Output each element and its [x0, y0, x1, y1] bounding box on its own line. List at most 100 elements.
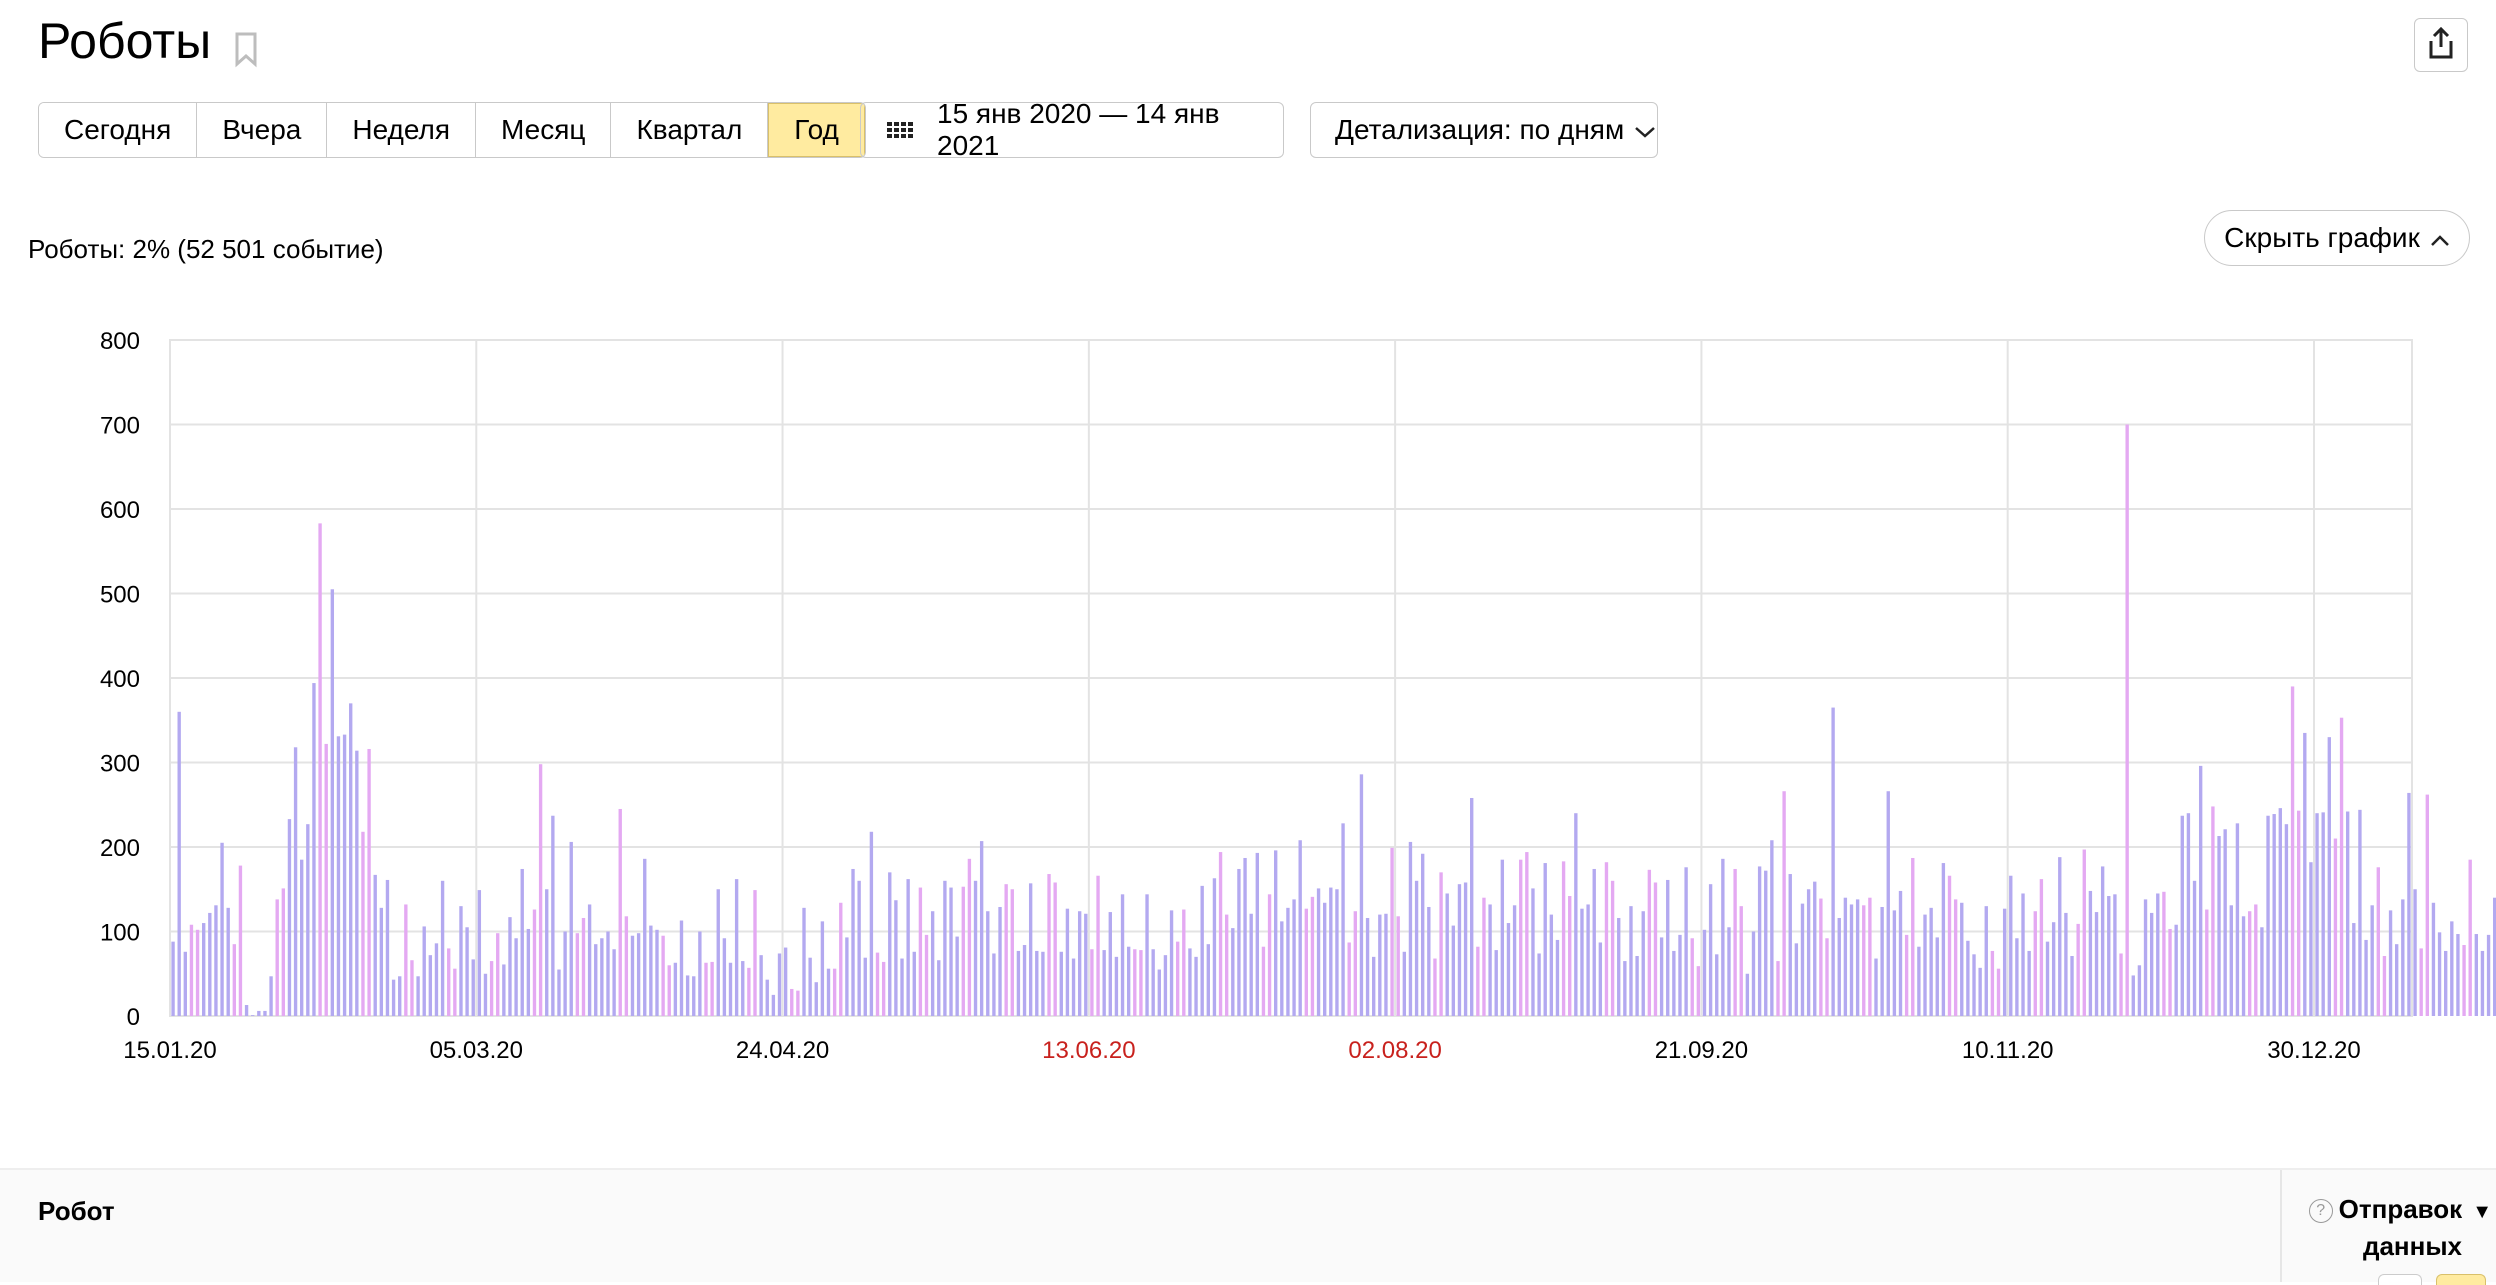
- chart-bar[interactable]: [1629, 906, 1632, 1016]
- chart-bar[interactable]: [1329, 888, 1332, 1016]
- chart-bar[interactable]: [1280, 921, 1283, 1016]
- chart-bar[interactable]: [925, 935, 928, 1016]
- chart-bar[interactable]: [1035, 951, 1038, 1016]
- chart-bar[interactable]: [2413, 889, 2416, 1016]
- chart-bar[interactable]: [1997, 969, 2000, 1016]
- chart-bar[interactable]: [2223, 829, 2226, 1016]
- chart-bar[interactable]: [1544, 863, 1547, 1016]
- chart-bar[interactable]: [2279, 808, 2282, 1016]
- chart-bar[interactable]: [1568, 896, 1571, 1016]
- chart-bar[interactable]: [1519, 860, 1522, 1016]
- chart-bar[interactable]: [2389, 910, 2392, 1016]
- chart-bar[interactable]: [374, 875, 377, 1016]
- chart-bar[interactable]: [937, 960, 940, 1016]
- chart-bar[interactable]: [1409, 842, 1412, 1016]
- chart-bar[interactable]: [178, 712, 181, 1016]
- chart-bar[interactable]: [594, 944, 597, 1016]
- chart-bar[interactable]: [416, 976, 419, 1016]
- period-month-button[interactable]: Месяц: [476, 103, 611, 157]
- chart-bar[interactable]: [1917, 947, 1920, 1016]
- chart-bar[interactable]: [2156, 893, 2159, 1016]
- chart-bar[interactable]: [1023, 945, 1026, 1016]
- chart-bar[interactable]: [1200, 886, 1203, 1016]
- chart-bar[interactable]: [1923, 915, 1926, 1016]
- chart-bar[interactable]: [1109, 912, 1112, 1016]
- chart-bar[interactable]: [484, 974, 487, 1016]
- chart-bar[interactable]: [1954, 899, 1957, 1016]
- chart-bar[interactable]: [263, 1011, 266, 1016]
- chart-bar[interactable]: [845, 937, 848, 1016]
- chart-bar[interactable]: [1262, 947, 1265, 1016]
- chart-bar[interactable]: [557, 970, 560, 1016]
- chart-bar[interactable]: [1188, 948, 1191, 1016]
- chart-bar[interactable]: [1078, 911, 1081, 1016]
- chart-bar[interactable]: [1219, 852, 1222, 1016]
- chart-bar[interactable]: [600, 938, 603, 1016]
- chart-bar[interactable]: [361, 832, 364, 1016]
- chart-bar[interactable]: [1029, 883, 1032, 1016]
- chart-bar[interactable]: [717, 889, 720, 1016]
- column-header-sends[interactable]: ?Отправок▼ данных: [2306, 1192, 2492, 1263]
- chart-bar[interactable]: [1776, 961, 1779, 1016]
- chart-bar[interactable]: [306, 824, 309, 1016]
- chart-bar[interactable]: [514, 938, 517, 1016]
- chart-bar[interactable]: [2487, 935, 2490, 1016]
- chart-bar[interactable]: [968, 859, 971, 1016]
- chart-bar[interactable]: [1243, 858, 1246, 1016]
- chart-bar[interactable]: [1182, 910, 1185, 1016]
- chart-bar[interactable]: [1642, 911, 1645, 1016]
- chart-bar[interactable]: [2230, 905, 2233, 1016]
- chart-bar[interactable]: [1354, 911, 1357, 1016]
- chart-bar[interactable]: [888, 872, 891, 1016]
- chart-bar[interactable]: [386, 880, 389, 1016]
- chart-bar[interactable]: [459, 906, 462, 1016]
- chart-bar[interactable]: [1623, 961, 1626, 1016]
- chart-bar[interactable]: [1341, 823, 1344, 1016]
- chart-bar[interactable]: [2089, 891, 2092, 1016]
- chart-bar[interactable]: [563, 932, 566, 1017]
- chart-bar[interactable]: [1715, 954, 1718, 1016]
- chart-bar[interactable]: [1617, 918, 1620, 1016]
- chart-bar[interactable]: [986, 911, 989, 1016]
- chart-bar[interactable]: [1017, 951, 1020, 1016]
- chart-bar[interactable]: [1991, 951, 1994, 1016]
- chart-bar[interactable]: [2174, 925, 2177, 1016]
- chart-bar[interactable]: [1176, 942, 1179, 1016]
- chart-bar[interactable]: [478, 890, 481, 1016]
- chart-bar[interactable]: [1348, 942, 1351, 1016]
- chart-bar[interactable]: [833, 969, 836, 1016]
- chart-bar[interactable]: [674, 963, 677, 1016]
- chart-bar[interactable]: [2260, 927, 2263, 1016]
- chart-bar[interactable]: [220, 843, 223, 1016]
- chart-bar[interactable]: [1482, 898, 1485, 1016]
- chart-bar[interactable]: [1611, 881, 1614, 1016]
- chart-bar[interactable]: [943, 881, 946, 1016]
- chart-bar[interactable]: [349, 703, 352, 1016]
- chart-bar[interactable]: [404, 904, 407, 1016]
- chart-bar[interactable]: [2021, 893, 2024, 1016]
- chart-bar[interactable]: [1740, 906, 1743, 1016]
- chart-bar[interactable]: [1703, 930, 1706, 1016]
- chart-bar[interactable]: [441, 881, 444, 1016]
- chart-bar[interactable]: [1752, 932, 1755, 1017]
- chart-bar[interactable]: [729, 963, 732, 1016]
- chart-bar[interactable]: [1268, 894, 1271, 1016]
- chart-bar[interactable]: [465, 927, 468, 1016]
- chart-bar[interactable]: [661, 936, 664, 1016]
- chart-bar[interactable]: [2481, 951, 2484, 1016]
- chart-bar[interactable]: [1599, 942, 1602, 1016]
- chart-bar[interactable]: [2401, 899, 2404, 1016]
- chart-bar[interactable]: [1335, 889, 1338, 1016]
- chart-bar[interactable]: [582, 918, 585, 1016]
- chart-bar[interactable]: [2217, 836, 2220, 1016]
- chart-bar[interactable]: [1831, 708, 1834, 1016]
- chart-bar[interactable]: [919, 888, 922, 1016]
- chart-bar[interactable]: [851, 869, 854, 1016]
- chart-bar[interactable]: [1838, 918, 1841, 1016]
- chart-bar[interactable]: [894, 900, 897, 1016]
- chart-bar[interactable]: [1041, 952, 1044, 1016]
- chart-bar[interactable]: [570, 842, 573, 1016]
- chart-bar[interactable]: [870, 832, 873, 1016]
- chart-bar[interactable]: [1366, 918, 1369, 1016]
- chart-bar[interactable]: [2058, 857, 2061, 1016]
